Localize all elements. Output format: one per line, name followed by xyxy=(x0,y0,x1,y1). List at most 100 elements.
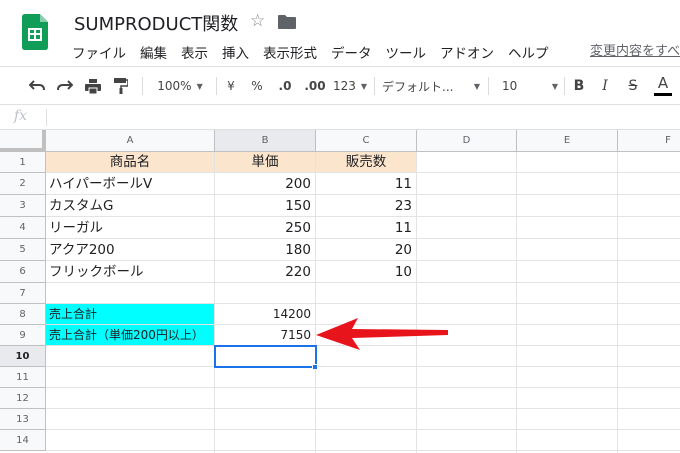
cell-c1[interactable]: 販売数 xyxy=(316,152,417,173)
print-button[interactable] xyxy=(82,67,104,105)
strikethrough-button[interactable]: S xyxy=(624,67,642,105)
text-color-button[interactable]: A xyxy=(652,67,674,105)
row-header-14[interactable]: 14 xyxy=(0,430,46,451)
chevron-down-icon: ▼ xyxy=(196,81,203,91)
column-header-e[interactable]: E xyxy=(517,130,618,152)
cell-a3[interactable]: カスタムG xyxy=(46,195,215,217)
cell-b8[interactable]: 14200 xyxy=(215,304,316,325)
font-select[interactable]: デフォルト... ▼ xyxy=(382,67,480,105)
cell-b3[interactable]: 150 xyxy=(215,195,316,217)
number-format-select[interactable]: 123 ▼ xyxy=(332,67,368,105)
column-header-c[interactable]: C xyxy=(316,130,417,152)
menu-data[interactable]: データ xyxy=(331,42,372,62)
cell-b9[interactable]: 7150 xyxy=(215,325,316,346)
sheets-logo-icon[interactable] xyxy=(22,14,48,50)
row-header-8[interactable]: 8 xyxy=(0,304,46,325)
column-header-b[interactable]: B xyxy=(215,130,316,152)
row-header-6[interactable]: 6 xyxy=(0,261,46,283)
menu-edit[interactable]: 編集 xyxy=(140,42,167,62)
increase-decimal-label: .00 xyxy=(304,79,326,93)
menu-addons[interactable]: アドオン xyxy=(440,42,494,62)
chevron-down-icon: ▼ xyxy=(551,81,558,91)
toolbar-divider xyxy=(374,77,375,95)
row-header-10[interactable]: 10 xyxy=(0,346,46,367)
zoom-select[interactable]: 100% ▼ xyxy=(150,67,210,105)
row-header-1[interactable]: 1 xyxy=(0,152,46,173)
row-header-13[interactable]: 13 xyxy=(0,409,46,430)
menu-tools[interactable]: ツール xyxy=(386,42,427,62)
cell-a1[interactable]: 商品名 xyxy=(46,152,215,173)
formula-bar: fx xyxy=(0,104,680,130)
bold-button[interactable]: B xyxy=(570,67,588,105)
cell-b2[interactable]: 200 xyxy=(215,173,316,195)
decrease-decimal-button[interactable]: .0 xyxy=(274,67,296,105)
cell-a4[interactable]: リーガル xyxy=(46,217,215,239)
menu-file[interactable]: ファイル xyxy=(72,42,126,62)
undo-button[interactable] xyxy=(26,67,48,105)
cell-b4[interactable]: 250 xyxy=(215,217,316,239)
row-header-5[interactable]: 5 xyxy=(0,239,46,261)
chevron-down-icon: ▼ xyxy=(360,81,368,91)
menu-bar: ファイル 編集 表示 挿入 表示形式 データ ツール アドオン ヘルプ xyxy=(72,42,563,62)
cell-c5[interactable]: 20 xyxy=(316,239,417,261)
cell-a2[interactable]: ハイパーボールV xyxy=(46,173,215,195)
toolbar: 100% ▼ ¥ % .0 .00 123 ▼ デフォルト... ▼ 10 ▼ B I … xyxy=(0,66,680,104)
percent-format-button[interactable]: % xyxy=(248,67,266,105)
cell-b1[interactable]: 単価 xyxy=(215,152,316,173)
row-header-3[interactable]: 3 xyxy=(0,195,46,217)
row-header-2[interactable]: 2 xyxy=(0,173,46,195)
cell-c2[interactable]: 11 xyxy=(316,173,417,195)
toolbar-divider xyxy=(564,77,565,95)
undo-icon xyxy=(29,80,45,91)
zoom-value: 100% xyxy=(157,79,192,93)
column-header-a[interactable]: A xyxy=(46,130,215,152)
increase-decimal-button[interactable]: .00 xyxy=(302,67,328,105)
chevron-down-icon: ▼ xyxy=(473,81,480,91)
text-color-label: A xyxy=(657,74,669,92)
column-header-f[interactable]: F xyxy=(618,130,680,152)
fx-icon: fx xyxy=(14,108,28,124)
font-name: デフォルト... xyxy=(382,79,454,94)
spreadsheet-grid[interactable]: A B C D E F 1 2 3 4 5 6 7 8 9 10 11 12 1… xyxy=(0,130,680,453)
italic-button[interactable]: I xyxy=(596,67,614,105)
column-header-d[interactable]: D xyxy=(417,130,517,152)
redo-button[interactable] xyxy=(54,67,76,105)
menu-format[interactable]: 表示形式 xyxy=(263,42,317,62)
paint-format-icon xyxy=(114,78,128,94)
row-header-4[interactable]: 4 xyxy=(0,217,46,239)
folder-icon[interactable] xyxy=(278,15,296,29)
title-bar: SUMPRODUCT関数 ☆ ファイル 編集 表示 挿入 表示形式 データ ツー… xyxy=(0,0,680,66)
last-edit-link[interactable]: 変更内容をすべ xyxy=(590,40,680,59)
menu-view[interactable]: 表示 xyxy=(181,42,208,62)
fill-handle[interactable] xyxy=(312,364,318,370)
redo-icon xyxy=(57,80,73,91)
font-size-value: 10 xyxy=(502,79,518,93)
font-size-select[interactable]: 10 ▼ xyxy=(496,67,558,105)
menu-insert[interactable]: 挿入 xyxy=(222,42,249,62)
document-title[interactable]: SUMPRODUCT関数 xyxy=(74,10,238,36)
toolbar-divider xyxy=(216,77,217,95)
text-color-swatch xyxy=(654,93,672,96)
menu-help[interactable]: ヘルプ xyxy=(508,42,549,62)
row-header-7[interactable]: 7 xyxy=(0,283,46,304)
row-header-11[interactable]: 11 xyxy=(0,367,46,388)
toolbar-divider xyxy=(142,77,143,95)
row-header-12[interactable]: 12 xyxy=(0,388,46,409)
formula-divider xyxy=(46,109,47,126)
cell-c6[interactable]: 10 xyxy=(316,261,417,283)
paint-format-button[interactable] xyxy=(110,67,132,105)
formula-input[interactable] xyxy=(54,109,664,127)
cell-a6[interactable]: フリックボール xyxy=(46,261,215,283)
cell-c4[interactable]: 11 xyxy=(316,217,417,239)
number-format-label: 123 xyxy=(332,79,356,93)
cell-b5[interactable]: 180 xyxy=(215,239,316,261)
cell-c3[interactable]: 23 xyxy=(316,195,417,217)
cell-b6[interactable]: 220 xyxy=(215,261,316,283)
currency-format-button[interactable]: ¥ xyxy=(222,67,240,105)
cell-a9[interactable]: 売上合計（単価200円以上） xyxy=(46,325,215,346)
row-header-9[interactable]: 9 xyxy=(0,325,46,346)
cell-a5[interactable]: アクア200 xyxy=(46,239,215,261)
select-all-corner[interactable] xyxy=(0,130,46,152)
cell-a8[interactable]: 売上合計 xyxy=(46,304,215,325)
star-icon[interactable]: ☆ xyxy=(250,11,265,31)
